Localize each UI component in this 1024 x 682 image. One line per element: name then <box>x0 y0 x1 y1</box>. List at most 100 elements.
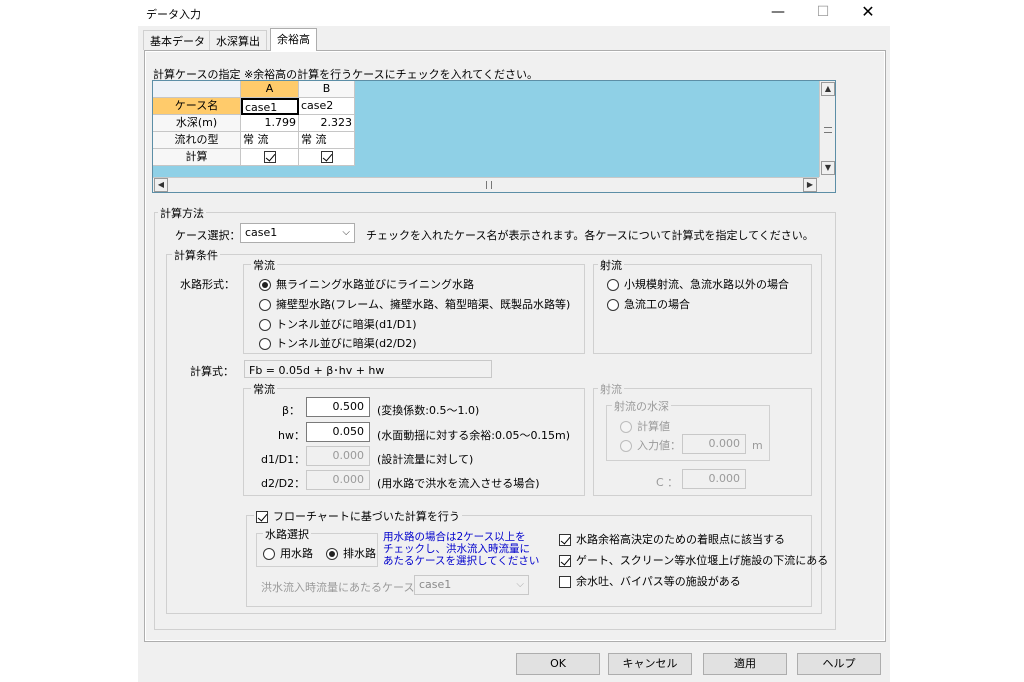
tab-basic-data[interactable]: 基本データ <box>143 30 212 50</box>
hw-input[interactable]: 0.050 <box>306 422 370 442</box>
grid-corner[interactable] <box>153 81 241 98</box>
grid-horizontal-scrollbar[interactable]: ◀ ▶ <box>153 177 819 192</box>
check-spillway-bypass[interactable]: 余水吐、バイパス等の施設がある <box>559 573 741 589</box>
close-button[interactable]: ✕ <box>850 2 886 24</box>
chevron-down-icon: ⌵ <box>342 227 350 238</box>
channel-option-retaining-wall[interactable]: 擁壁型水路(フレーム、擁壁水路、箱型暗渠、既製品水路等) <box>259 296 570 312</box>
radio-icon[interactable] <box>259 338 271 350</box>
channel-option-unlined[interactable]: 無ライニング水路並びにライニング水路 <box>259 276 474 292</box>
conditions-group-title: 計算条件 <box>172 247 220 263</box>
formula-display: Fb = 0.05d + β･hv + hw <box>244 360 492 378</box>
minimize-button[interactable]: — <box>760 2 796 24</box>
beta-note: (変換係数:0.5〜1.0) <box>377 404 480 417</box>
cell-calc-a[interactable] <box>241 149 299 166</box>
c-input[interactable]: 0.000 <box>682 469 746 489</box>
window-title: データ入力 <box>146 8 201 21</box>
shaeryu-channel-title: 射流 <box>598 257 624 273</box>
cell-case-name-b[interactable]: case2 <box>299 98 355 115</box>
row-header-depth[interactable]: 水深(m) <box>153 115 241 132</box>
d1-note: (設計流量に対して) <box>377 453 474 466</box>
radio-icon[interactable] <box>607 299 619 311</box>
d1-label: d1/D1： <box>261 453 306 466</box>
radio-icon[interactable] <box>620 421 632 433</box>
tab-depth-calc[interactable]: 水深算出 <box>209 30 267 50</box>
scroll-left-icon[interactable]: ◀ <box>154 178 168 192</box>
cell-depth-a[interactable]: 1.799 <box>241 115 299 132</box>
supercritical-depth-title: 射流の水深 <box>612 398 671 414</box>
scroll-right-icon[interactable]: ▶ <box>803 178 817 192</box>
depth-unit: m <box>752 439 763 452</box>
scroll-down-icon[interactable]: ▼ <box>821 161 835 175</box>
row-header-case-name[interactable]: ケース名 <box>153 98 241 115</box>
radio-icon[interactable] <box>259 299 271 311</box>
scroll-grip-icon[interactable] <box>824 127 832 133</box>
radio-icon[interactable] <box>326 548 338 560</box>
check-focus-point[interactable]: 水路余裕高決定のための着眼点に該当する <box>559 531 785 547</box>
c-label: C ： <box>656 476 679 489</box>
hw-note: (水面動揺に対する余裕:0.05〜0.15m) <box>377 429 570 442</box>
column-header-b[interactable]: B <box>299 81 355 98</box>
checkbox-icon[interactable] <box>559 534 571 546</box>
maximize-button[interactable]: ☐ <box>805 2 841 24</box>
check-gate-downstream[interactable]: ゲート、スクリーン等水位堰上げ施設の下流にある <box>559 552 828 568</box>
help-button[interactable]: ヘルプ <box>797 653 881 675</box>
beta-input[interactable]: 0.500 <box>306 397 370 417</box>
shaeryu-params-title: 射流 <box>598 381 624 397</box>
depth-input-value[interactable]: 0.000 <box>682 434 746 454</box>
irrigation-note: 用水路の場合は2ケース以上を チェックし、洪水流入時流量に あたるケースを選択し… <box>383 531 540 567</box>
apply-button[interactable]: 適用 <box>703 653 787 675</box>
joryu-channel-title: 常流 <box>251 257 277 273</box>
d2-note: (用水路で洪水を流入させる場合) <box>377 477 540 490</box>
flood-case-value: case1 <box>419 578 452 591</box>
cell-depth-b[interactable]: 2.323 <box>299 115 355 132</box>
d2-input[interactable]: 0.000 <box>306 470 370 490</box>
channel-option-tunnel-d1[interactable]: トンネル並びに暗渠(d1/D1) <box>259 316 417 332</box>
column-header-a[interactable]: A <box>241 81 299 98</box>
row-header-calc[interactable]: 計算 <box>153 149 241 166</box>
scroll-grip-h-icon[interactable] <box>486 181 492 189</box>
beta-label: β： <box>282 404 301 417</box>
radio-icon[interactable] <box>620 440 632 452</box>
case-select-hint: チェックを入れたケース名が表示されます。各ケースについて計算式を指定してください… <box>366 229 814 242</box>
ok-button[interactable]: OK <box>516 653 600 675</box>
channel-type-label: 水路形式： <box>180 278 235 291</box>
supercritical-option-steep[interactable]: 急流工の場合 <box>607 296 690 312</box>
checkbox-icon[interactable] <box>256 511 268 523</box>
flood-case-dropdown[interactable]: case1 ⌵ <box>414 575 529 595</box>
method-group-title: 計算方法 <box>158 205 206 221</box>
calc-checkbox-a[interactable] <box>263 151 276 163</box>
d1-input[interactable]: 0.000 <box>306 446 370 466</box>
depth-option-input[interactable]: 入力値： <box>620 437 681 453</box>
radio-icon[interactable] <box>259 279 271 291</box>
flood-case-label: 洪水流入時流量にあたるケース： <box>261 581 426 594</box>
cell-flow-type-a[interactable]: 常 流 <box>241 132 299 149</box>
chevron-down-icon: ⌵ <box>516 579 524 590</box>
radio-icon[interactable] <box>259 319 271 331</box>
tab-freeboard[interactable]: 余裕高 <box>270 28 317 51</box>
radio-icon[interactable] <box>263 548 275 560</box>
cell-calc-b[interactable] <box>299 149 355 166</box>
d2-label: d2/D2： <box>261 477 306 490</box>
channel-select-title: 水路選択 <box>263 526 311 542</box>
radio-icon[interactable] <box>607 279 619 291</box>
case-select-label: ケース選択： <box>175 229 241 242</box>
supercritical-option-small[interactable]: 小規模射流、急流水路以外の場合 <box>607 276 789 292</box>
flowchart-checkbox[interactable]: フローチャートに基づいた計算を行う <box>254 508 462 524</box>
scroll-up-icon[interactable]: ▲ <box>821 82 835 96</box>
checkbox-icon[interactable] <box>559 576 571 588</box>
case-select-dropdown[interactable]: case1 ⌵ <box>240 223 355 243</box>
channel-option-tunnel-d2[interactable]: トンネル並びに暗渠(d2/D2) <box>259 335 417 351</box>
scroll-corner <box>819 177 835 192</box>
hw-label: hw： <box>278 429 305 442</box>
calc-checkbox-b[interactable] <box>320 151 333 163</box>
channel-drainage-option[interactable]: 排水路 <box>326 545 376 561</box>
formula-label: 計算式： <box>190 365 234 378</box>
channel-irrigation-option[interactable]: 用水路 <box>263 545 313 561</box>
cancel-button[interactable]: キャンセル <box>608 653 692 675</box>
cell-case-name-a[interactable]: case1 <box>241 98 299 115</box>
checkbox-icon[interactable] <box>559 555 571 567</box>
cell-flow-type-b[interactable]: 常 流 <box>299 132 355 149</box>
row-header-flow-type[interactable]: 流れの型 <box>153 132 241 149</box>
depth-option-calculated[interactable]: 計算値 <box>620 418 670 434</box>
grid-vertical-scrollbar[interactable]: ▲ ▼ <box>819 81 835 177</box>
